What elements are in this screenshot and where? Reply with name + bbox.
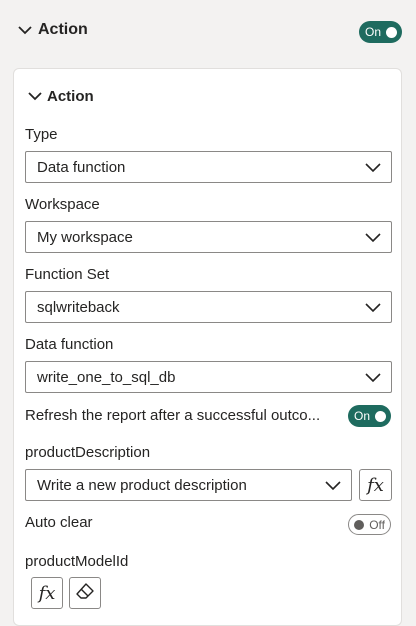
card-title: Action — [47, 87, 94, 105]
type-label: Type — [25, 126, 58, 143]
auto-clear-toggle[interactable]: Off — [348, 514, 391, 535]
workspace-value: My workspace — [37, 228, 133, 246]
outer-action-header[interactable]: Action — [0, 0, 416, 60]
fx-icon: fx — [38, 582, 56, 604]
refresh-toggle[interactable]: On — [348, 405, 391, 427]
eraser-icon — [75, 581, 95, 606]
chevron-down-icon[interactable] — [26, 87, 44, 105]
function-set-value: sqlwriteback — [37, 298, 120, 316]
data-function-dropdown[interactable]: write_one_to_sql_db — [25, 361, 392, 393]
caret-down-icon — [365, 300, 381, 314]
action-toggle[interactable]: On — [359, 21, 402, 43]
product-description-dropdown[interactable]: Write a new product description — [25, 469, 352, 501]
toggle-label: On — [365, 25, 382, 39]
card-action-header[interactable]: Action — [26, 87, 94, 105]
workspace-label: Workspace — [25, 196, 100, 213]
caret-down-icon — [325, 478, 341, 492]
type-dropdown[interactable]: Data function — [25, 151, 392, 183]
auto-clear-label: Auto clear — [25, 514, 93, 531]
caret-down-icon — [365, 230, 381, 244]
data-function-label: Data function — [25, 336, 114, 353]
toggle-knob — [386, 26, 397, 38]
data-function-value: write_one_to_sql_db — [37, 368, 176, 386]
caret-down-icon — [365, 160, 381, 174]
product-description-placeholder: Write a new product description — [37, 476, 247, 494]
function-set-label: Function Set — [25, 266, 110, 283]
fx-button[interactable]: fx — [31, 577, 63, 609]
toggle-label: Off — [369, 517, 385, 532]
refresh-label: Refresh the report after a successful ou… — [25, 407, 321, 424]
fx-button[interactable]: fx — [359, 469, 392, 501]
toggle-label: On — [354, 409, 371, 423]
outer-section-title: Action — [38, 21, 88, 38]
product-model-id-label: productModelId — [25, 553, 129, 570]
clear-button[interactable] — [69, 577, 101, 609]
action-card: Action Type Data function Workspace My w… — [13, 68, 402, 626]
chevron-down-icon[interactable] — [16, 21, 34, 39]
type-value: Data function — [37, 158, 126, 176]
caret-down-icon — [365, 370, 381, 384]
toggle-knob — [375, 410, 386, 422]
workspace-dropdown[interactable]: My workspace — [25, 221, 392, 253]
function-set-dropdown[interactable]: sqlwriteback — [25, 291, 392, 323]
fx-icon: fx — [367, 474, 384, 496]
product-description-label: productDescription — [25, 444, 151, 461]
toggle-knob — [354, 519, 364, 530]
